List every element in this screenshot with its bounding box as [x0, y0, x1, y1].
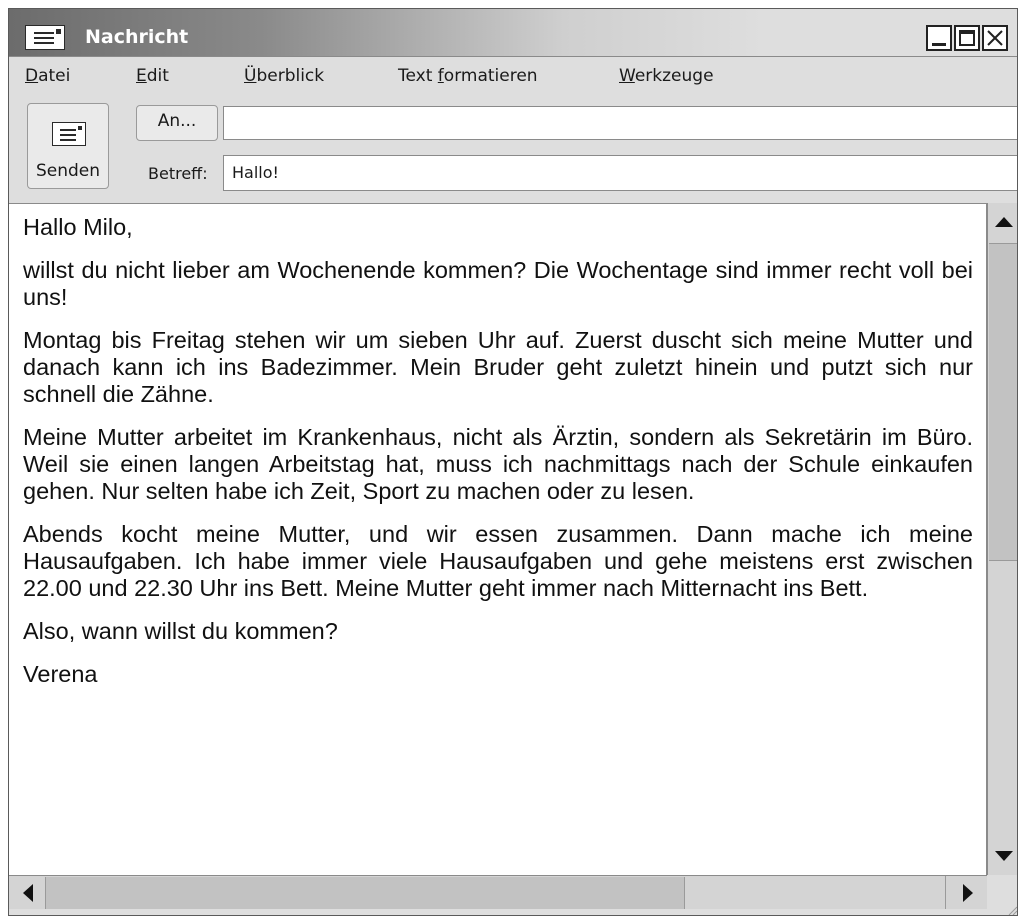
vertical-scrollbar[interactable] — [987, 203, 1017, 875]
close-button[interactable] — [982, 25, 1008, 51]
menu-view[interactable]: Überblick — [244, 65, 324, 87]
scroll-right-icon[interactable] — [963, 884, 973, 902]
vertical-scroll-thumb[interactable] — [989, 243, 1017, 561]
paragraph-4: Abends kocht meine Mutter, und wir essen… — [23, 521, 973, 601]
message-window: Nachricht Datei Edit Überblick Text form… — [8, 8, 1018, 916]
message-text: Hallo Milo, willst du nicht lieber am Wo… — [23, 214, 973, 704]
recipient-field[interactable] — [223, 106, 1017, 140]
menu-file[interactable]: Datei — [25, 65, 70, 87]
horizontal-scroll-thumb[interactable] — [45, 877, 685, 909]
envelope-icon — [52, 122, 86, 146]
send-label: Senden — [35, 161, 101, 181]
window-title: Nachricht — [85, 26, 189, 48]
signature: Verena — [23, 661, 98, 687]
horizontal-scrollbar[interactable] — [9, 875, 987, 909]
subject-field[interactable]: Hallo! — [223, 155, 1017, 191]
greeting: Hallo Milo, — [23, 214, 133, 240]
maximize-button[interactable] — [954, 25, 980, 51]
menu-tools[interactable]: Werkzeuge — [619, 65, 714, 87]
close-icon — [987, 30, 1003, 46]
title-bar[interactable]: Nachricht — [9, 9, 1017, 57]
to-button[interactable]: An... — [136, 105, 218, 141]
scrollbar-divider — [945, 876, 946, 909]
paragraph-3: Meine Mutter arbeitet im Krankenhaus, ni… — [23, 424, 973, 504]
paragraph-1: willst du nicht lieber am Wochenende kom… — [23, 257, 973, 310]
scroll-left-icon[interactable] — [23, 884, 33, 902]
resize-grip[interactable] — [987, 875, 1017, 915]
paragraph-2: Montag bis Freitag stehen wir um sieben … — [23, 327, 973, 407]
resize-grip-icon — [1008, 906, 1017, 915]
menu-format[interactable]: Text formatieren — [398, 65, 538, 87]
closing-question: Also, wann willst du kommen? — [23, 618, 338, 644]
scroll-up-icon[interactable] — [995, 217, 1013, 227]
minimize-button[interactable] — [926, 25, 952, 51]
menu-edit[interactable]: Edit — [136, 65, 169, 87]
scroll-down-icon[interactable] — [995, 851, 1013, 861]
envelope-icon — [25, 25, 65, 50]
subject-label: Betreff: — [148, 164, 208, 183]
message-body[interactable]: Hallo Milo, willst du nicht lieber am Wo… — [9, 203, 987, 875]
send-button[interactable]: Senden — [27, 103, 109, 189]
